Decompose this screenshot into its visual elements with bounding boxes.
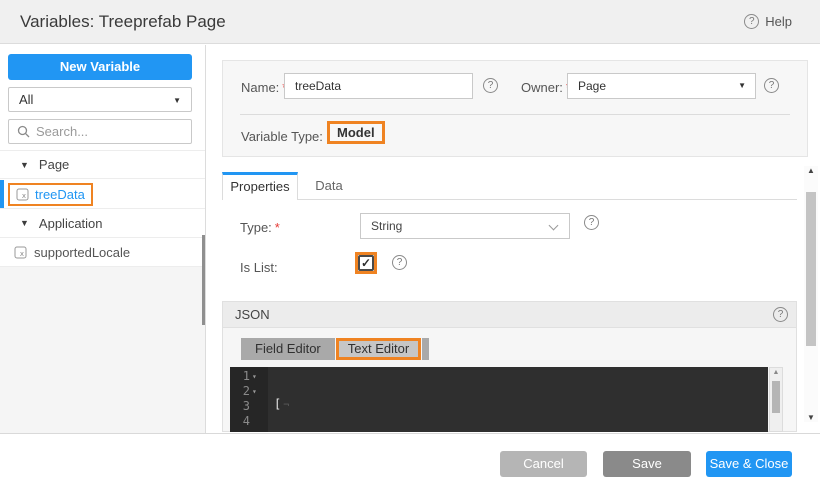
tree-item-label: supportedLocale (34, 245, 130, 260)
variable-type-value: Model (327, 121, 385, 144)
required-marker: * (275, 220, 280, 235)
json-help-icon[interactable]: ? (773, 307, 788, 322)
fold-caret-icon[interactable]: ▾ (252, 372, 257, 381)
svg-text:x: x (20, 250, 24, 258)
content-scrollbar[interactable]: ▲ ▼ (804, 166, 818, 422)
fold-caret-icon[interactable]: ▾ (252, 387, 257, 396)
divider (240, 114, 790, 115)
code-token-punct: [ (274, 397, 281, 411)
help-icon: ? (744, 14, 759, 29)
code-token-eol: ¬ (283, 400, 289, 411)
json-panel-header: JSON ? (223, 302, 796, 328)
code-line: [¬ (274, 397, 513, 412)
tab-bar: Properties Data (222, 172, 797, 200)
page-title: Variables: Treeprefab Page (20, 0, 226, 44)
tree-group-page[interactable]: ▼ Page (0, 150, 205, 179)
is-list-highlight-box (355, 252, 377, 274)
owner-select[interactable]: Page ▼ (567, 73, 756, 99)
field-editor-button[interactable]: Field Editor (241, 338, 335, 360)
variable-icon: x (14, 246, 27, 259)
editor-code[interactable]: [¬ ··{¬ ····"id": 1,¬ ····"title": "1. d… (274, 369, 513, 432)
scroll-up-icon[interactable]: ▲ (804, 166, 818, 175)
content-scrollbar-thumb[interactable] (806, 192, 816, 346)
dialog-footer: Cancel Save Save & Close (0, 433, 820, 490)
tree-item-label: treeData (35, 187, 85, 202)
tree-group-label: Page (39, 157, 69, 172)
tree-item-treedata[interactable]: x treeData (0, 180, 205, 209)
line-number: 4 (230, 414, 250, 429)
chevron-down-icon (549, 221, 559, 231)
owner-value: Page (578, 79, 606, 93)
scroll-up-icon[interactable]: ▲ (770, 369, 782, 376)
tree-item-supportedlocale[interactable]: x supportedLocale (0, 238, 205, 267)
type-label: Type:* (240, 220, 280, 235)
name-label: Name:* (241, 80, 287, 95)
editor-mode-switch: Field Editor Text Editor (241, 338, 429, 360)
owner-help-icon[interactable]: ? (764, 78, 779, 93)
is-list-label: Is List: (240, 260, 278, 275)
name-input[interactable] (285, 74, 472, 98)
type-value: String (371, 219, 402, 233)
chevron-down-icon: ▼ (738, 74, 746, 98)
search-icon (17, 125, 30, 138)
variable-icon: x (16, 188, 29, 201)
collapse-caret-icon[interactable]: ▼ (20, 160, 29, 170)
tree-group-label: Application (39, 216, 103, 231)
help-link[interactable]: ? Help (744, 14, 792, 29)
variable-filter-select[interactable]: All ▼ (8, 87, 192, 112)
line-number: 3 (230, 399, 250, 414)
chevron-down-icon: ▼ (173, 89, 181, 112)
json-text-editor[interactable]: 1▾ 2▾ 3 4 [¬ ··{¬ ····"id": 1,¬ ····"tit… (230, 367, 768, 432)
owner-label: Owner:* (521, 80, 571, 95)
search-input[interactable] (36, 124, 176, 139)
name-help-icon[interactable]: ? (483, 78, 498, 93)
line-number: 2 (230, 384, 250, 399)
editor-gutter: 1▾ 2▾ 3 4 (230, 367, 268, 432)
is-list-help-icon[interactable]: ? (392, 255, 407, 270)
variables-sidebar: New Variable All ▼ ▼ Page x treeData ▼ A… (0, 45, 206, 433)
name-field-box (284, 73, 473, 99)
sidebar-scrollbar[interactable] (202, 235, 205, 325)
new-variable-button[interactable]: New Variable (8, 54, 192, 80)
tree-empty-area (0, 267, 205, 433)
mode-switch-end (422, 338, 429, 360)
dialog-header: Variables: Treeprefab Page ? Help (0, 0, 820, 44)
collapse-caret-icon[interactable]: ▼ (20, 218, 29, 228)
save-button[interactable]: Save (603, 451, 691, 477)
type-select[interactable]: String (360, 213, 570, 239)
scroll-down-icon[interactable]: ▼ (804, 413, 818, 422)
variable-type-label: Variable Type: (241, 129, 323, 144)
svg-text:x: x (22, 192, 26, 200)
json-panel-title: JSON (235, 302, 270, 328)
variable-filter-value: All (19, 92, 33, 107)
selection-bar (0, 180, 4, 208)
tab-data[interactable]: Data (302, 172, 356, 199)
variable-summary-box: Name:* ? Owner:* Page ▼ ? Variable Type:… (222, 60, 808, 157)
help-label: Help (765, 14, 792, 29)
highlight-box: x treeData (8, 183, 93, 206)
cancel-button[interactable]: Cancel (500, 451, 587, 477)
type-help-icon[interactable]: ? (584, 215, 599, 230)
text-editor-highlight-box: Text Editor (336, 338, 421, 360)
tree-group-application[interactable]: ▼ Application (0, 209, 205, 238)
tab-properties[interactable]: Properties (222, 172, 298, 200)
save-and-close-button[interactable]: Save & Close (706, 451, 792, 477)
editor-scrollbar-thumb[interactable] (772, 381, 780, 413)
text-editor-button[interactable]: Text Editor (339, 341, 418, 357)
is-list-checkbox[interactable] (358, 255, 374, 271)
line-number: 1 (230, 369, 250, 384)
variables-dialog: Variables: Treeprefab Page ? Help New Va… (0, 0, 820, 490)
editor-scrollbar[interactable]: ▲ (769, 367, 783, 432)
search-box[interactable] (8, 119, 192, 144)
